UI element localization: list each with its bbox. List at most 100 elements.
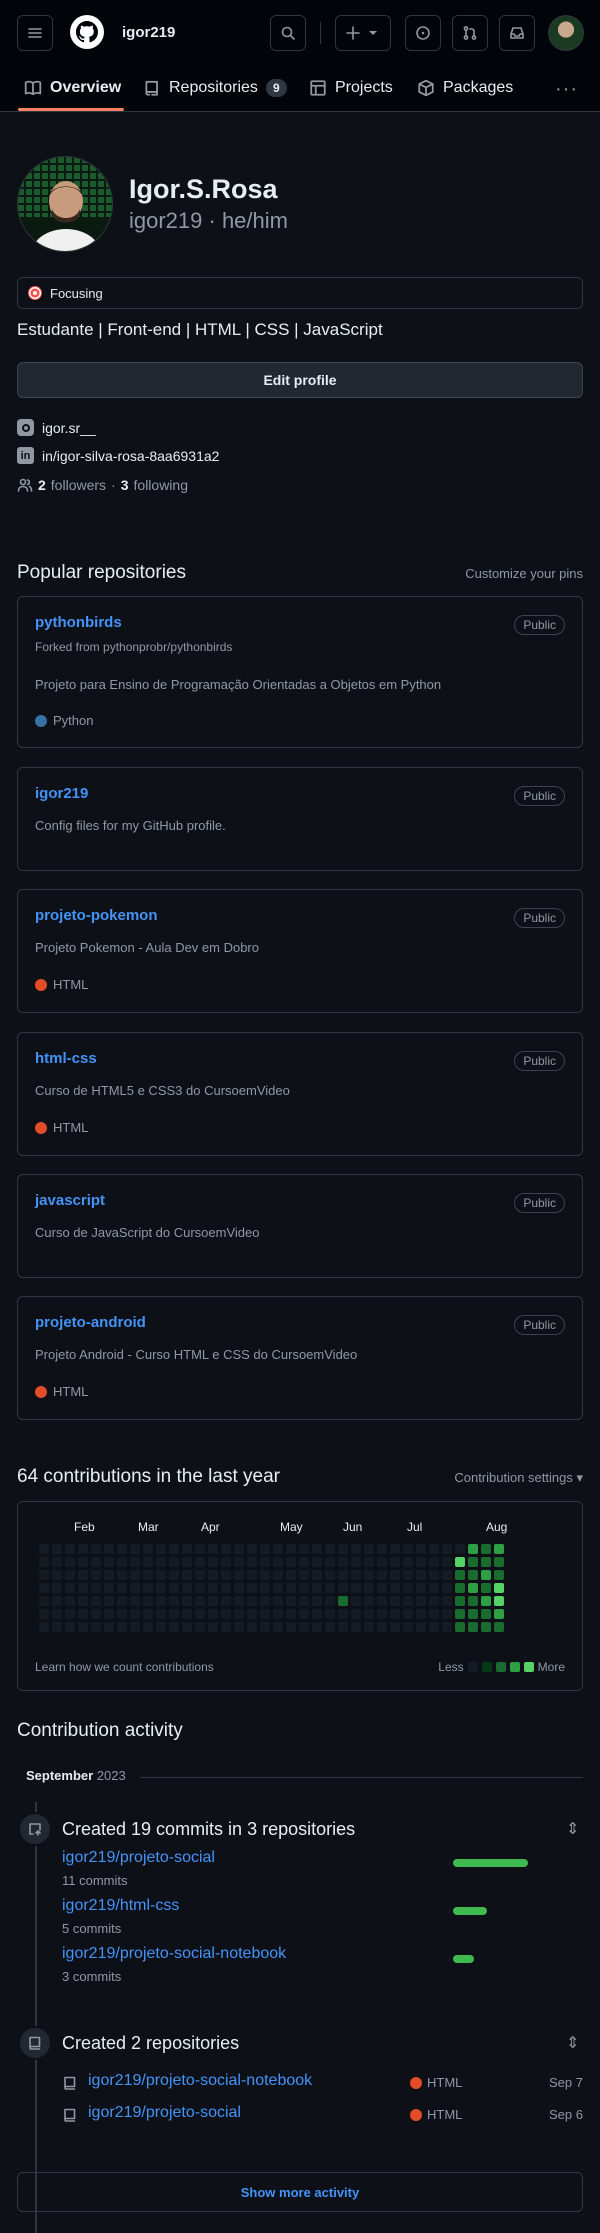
contribution-day[interactable] <box>442 1544 452 1554</box>
contribution-day[interactable] <box>117 1622 127 1632</box>
contribution-day[interactable] <box>455 1622 465 1632</box>
pull-requests-button[interactable] <box>452 15 488 51</box>
contribution-day[interactable] <box>260 1596 270 1606</box>
contribution-day[interactable] <box>312 1557 322 1567</box>
contribution-day[interactable] <box>247 1596 257 1606</box>
github-logo-icon[interactable] <box>70 15 104 49</box>
contribution-day[interactable] <box>65 1583 75 1593</box>
contribution-day[interactable] <box>78 1570 88 1580</box>
customize-pins-link[interactable]: Customize your pins <box>465 566 583 581</box>
contribution-day[interactable] <box>390 1596 400 1606</box>
contribution-day[interactable] <box>312 1570 322 1580</box>
contribution-day[interactable] <box>468 1596 478 1606</box>
contribution-day[interactable] <box>442 1583 452 1593</box>
fold-icon[interactable]: ⇕ <box>566 2033 579 2053</box>
issues-button[interactable] <box>405 15 441 51</box>
contribution-day[interactable] <box>182 1609 192 1619</box>
contribution-day[interactable] <box>351 1609 361 1619</box>
contribution-day[interactable] <box>377 1609 387 1619</box>
commit-repo-link[interactable]: igor219/html-css <box>62 1897 179 1915</box>
contribution-day[interactable] <box>104 1622 114 1632</box>
contribution-day[interactable] <box>260 1544 270 1554</box>
header-username[interactable]: igor219 <box>122 24 175 41</box>
contribution-day[interactable] <box>377 1570 387 1580</box>
contribution-day[interactable] <box>91 1544 101 1554</box>
contribution-day[interactable] <box>156 1557 166 1567</box>
contribution-day[interactable] <box>377 1557 387 1567</box>
contribution-day[interactable] <box>468 1544 478 1554</box>
contribution-day[interactable] <box>481 1557 491 1567</box>
repo-name-link[interactable]: projeto-pokemon <box>35 907 158 924</box>
fold-icon[interactable]: ⇕ <box>566 1819 579 1839</box>
following-label[interactable]: following <box>134 477 188 493</box>
contribution-day[interactable] <box>182 1583 192 1593</box>
contribution-day[interactable] <box>39 1596 49 1606</box>
contribution-day[interactable] <box>377 1583 387 1593</box>
contribution-day[interactable] <box>468 1609 478 1619</box>
contribution-day[interactable] <box>234 1596 244 1606</box>
contribution-day[interactable] <box>312 1609 322 1619</box>
contribution-day[interactable] <box>429 1622 439 1632</box>
contribution-day[interactable] <box>247 1544 257 1554</box>
contribution-day[interactable] <box>325 1622 335 1632</box>
contribution-day[interactable] <box>169 1609 179 1619</box>
contribution-day[interactable] <box>273 1583 283 1593</box>
contribution-day[interactable] <box>286 1596 296 1606</box>
contribution-day[interactable] <box>221 1544 231 1554</box>
contribution-day[interactable] <box>416 1609 426 1619</box>
contribution-day[interactable] <box>351 1596 361 1606</box>
contribution-day[interactable] <box>364 1609 374 1619</box>
contribution-day[interactable] <box>195 1557 205 1567</box>
contribution-day[interactable] <box>195 1583 205 1593</box>
contribution-day[interactable] <box>117 1570 127 1580</box>
contribution-day[interactable] <box>325 1583 335 1593</box>
contribution-day[interactable] <box>39 1570 49 1580</box>
contribution-day[interactable] <box>351 1557 361 1567</box>
tab-packages[interactable]: Packages <box>417 73 513 103</box>
contribution-day[interactable] <box>130 1596 140 1606</box>
edit-profile-button[interactable]: Edit profile <box>17 362 583 398</box>
contribution-day[interactable] <box>247 1583 257 1593</box>
menu-button[interactable] <box>17 15 53 51</box>
create-new-button[interactable] <box>335 15 391 51</box>
contribution-day[interactable] <box>325 1609 335 1619</box>
contribution-day[interactable] <box>429 1609 439 1619</box>
contribution-day[interactable] <box>390 1544 400 1554</box>
contribution-day[interactable] <box>442 1609 452 1619</box>
contribution-day[interactable] <box>299 1596 309 1606</box>
contribution-day[interactable] <box>494 1609 504 1619</box>
contribution-day[interactable] <box>299 1570 309 1580</box>
contribution-settings-button[interactable]: Contribution settings ▾ <box>454 1470 583 1486</box>
contribution-day[interactable] <box>195 1570 205 1580</box>
contribution-day[interactable] <box>416 1583 426 1593</box>
contribution-day[interactable] <box>390 1609 400 1619</box>
contribution-day[interactable] <box>481 1583 491 1593</box>
contribution-day[interactable] <box>403 1622 413 1632</box>
repo-name-link[interactable]: pythonbirds <box>35 614 122 631</box>
contribution-day[interactable] <box>390 1570 400 1580</box>
contribution-day[interactable] <box>260 1557 270 1567</box>
contribution-day[interactable] <box>208 1583 218 1593</box>
contribution-day[interactable] <box>234 1609 244 1619</box>
contribution-day[interactable] <box>156 1622 166 1632</box>
contribution-day[interactable] <box>377 1596 387 1606</box>
contribution-day[interactable] <box>377 1622 387 1632</box>
contribution-day[interactable] <box>455 1596 465 1606</box>
contribution-day[interactable] <box>52 1583 62 1593</box>
contribution-day[interactable] <box>481 1622 491 1632</box>
contribution-day[interactable] <box>117 1609 127 1619</box>
followers-label[interactable]: followers <box>51 477 106 493</box>
contribution-day[interactable] <box>130 1583 140 1593</box>
contribution-day[interactable] <box>442 1557 452 1567</box>
commit-count[interactable]: 11 commits <box>62 1873 128 1888</box>
contribution-day[interactable] <box>273 1544 283 1554</box>
contribution-day[interactable] <box>364 1583 374 1593</box>
contribution-day[interactable] <box>104 1596 114 1606</box>
contribution-day[interactable] <box>117 1596 127 1606</box>
contribution-day[interactable] <box>429 1557 439 1567</box>
contribution-day[interactable] <box>221 1596 231 1606</box>
contribution-day[interactable] <box>494 1544 504 1554</box>
contribution-day[interactable] <box>364 1596 374 1606</box>
contribution-day[interactable] <box>65 1544 75 1554</box>
contribution-day[interactable] <box>364 1544 374 1554</box>
